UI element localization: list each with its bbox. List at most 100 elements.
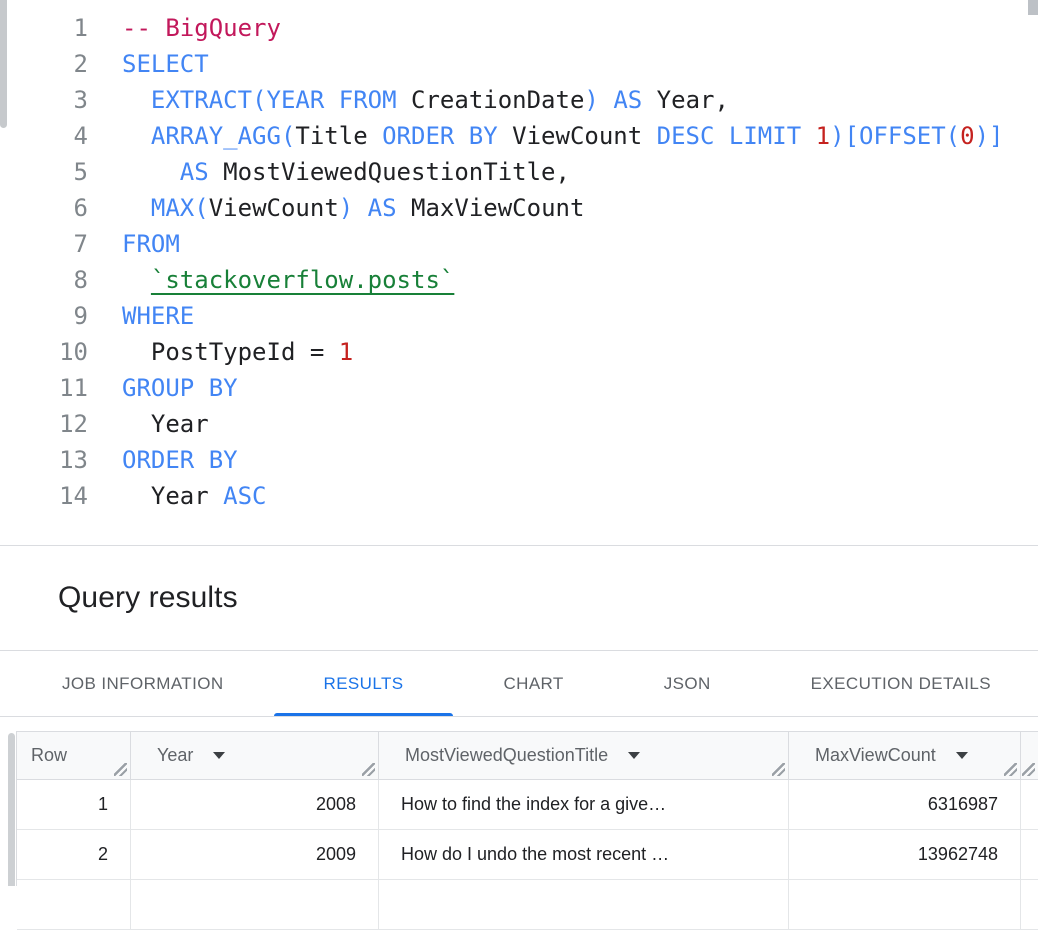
code-line: 12 Year [0, 406, 1026, 442]
code-token: ) [830, 122, 844, 150]
cell-mostviewedquestiontitle [379, 880, 789, 929]
tab-json[interactable]: JSON [614, 652, 761, 716]
code-line: 10 PostTypeId = 1 [0, 334, 1026, 370]
tab-chart[interactable]: CHART [453, 652, 613, 716]
column-label: Row [31, 745, 67, 766]
sql-editor[interactable]: 1-- BigQuery2SELECT3 EXTRACT(YEAR FROM C… [0, 0, 1038, 546]
column-header-row[interactable]: Row [17, 732, 131, 779]
table-reference-link[interactable]: `stackoverflow.posts` [151, 266, 454, 294]
editor-scrollbar-thumb[interactable] [1028, 0, 1038, 15]
code-line: 9WHERE [0, 298, 1026, 334]
code-token [599, 86, 613, 114]
code-token: MAX [151, 194, 194, 222]
line-number: 11 [0, 370, 88, 406]
code-token: 0 [960, 122, 974, 150]
code-token: MaxViewCount [397, 194, 585, 222]
code-line: 8 `stackoverflow.posts` [0, 262, 1026, 298]
line-number: 12 [0, 406, 88, 442]
code-token: ORDER BY [122, 446, 238, 474]
column-resize-handle-icon[interactable] [772, 763, 785, 776]
code-line: 5 AS MostViewedQuestionTitle, [0, 154, 1026, 190]
code-token: Year [122, 410, 209, 438]
code-token: ) [975, 122, 989, 150]
column-resize-handle-icon[interactable] [362, 763, 375, 776]
column-menu-arrow-icon[interactable] [628, 752, 640, 759]
code-line: 3 EXTRACT(YEAR FROM CreationDate) AS Yea… [0, 82, 1026, 118]
code-token: PostTypeId = [122, 338, 339, 366]
code-text: Year [88, 406, 209, 442]
table-row: 12008How to find the index for a give…63… [17, 780, 1038, 830]
code-line: 7 FROM [0, 226, 1026, 262]
code-token: Title [295, 122, 382, 150]
results-vertical-scrollbar[interactable] [8, 733, 15, 886]
code-token: ARRAY_AGG [151, 122, 281, 150]
code-token [122, 194, 151, 222]
code-token: ] [989, 122, 1003, 150]
code-token: [ [845, 122, 859, 150]
column-header-empty [1021, 732, 1038, 779]
code-line: 11GROUP BY [0, 370, 1026, 406]
results-tabbar: JOB INFORMATIONRESULTSCHARTJSONEXECUTION… [0, 652, 1038, 717]
cell-empty [1021, 780, 1038, 829]
code-token: -- BigQuery [122, 14, 281, 42]
cell-row: 2 [17, 830, 131, 879]
tab-job-information[interactable]: JOB INFORMATION [12, 652, 274, 716]
code-token [801, 122, 815, 150]
cell-year: 2009 [131, 830, 379, 879]
code-token [353, 194, 367, 222]
code-token [122, 158, 180, 186]
code-token: FROM [122, 230, 180, 258]
code-text: -- BigQuery [88, 10, 281, 46]
column-header-year[interactable]: Year [131, 732, 379, 779]
line-number: 2 [0, 46, 88, 82]
code-token: ASC [223, 482, 266, 510]
code-token: SELECT [122, 50, 209, 78]
code-token: ( [252, 86, 266, 114]
line-number: 7 [0, 226, 88, 262]
cell-mostviewedquestiontitle: How to find the index for a give… [379, 780, 789, 829]
code-text: WHERE [88, 298, 194, 334]
line-number: 14 [0, 478, 88, 514]
code-token: LIMIT [729, 122, 801, 150]
code-line: 6 MAX(ViewCount) AS MaxViewCount [0, 190, 1026, 226]
code-text: AS MostViewedQuestionTitle, [88, 154, 570, 190]
line-number: 13 [0, 442, 88, 478]
cell-empty [1021, 880, 1038, 929]
column-header-mostviewedquestiontitle[interactable]: MostViewedQuestionTitle [379, 732, 789, 779]
column-resize-handle-icon[interactable] [1022, 763, 1035, 776]
column-resize-handle-icon[interactable] [114, 763, 127, 776]
tab-execution-details[interactable]: EXECUTION DETAILS [761, 652, 1038, 716]
line-number: 10 [0, 334, 88, 370]
column-menu-arrow-icon[interactable] [213, 752, 225, 759]
code-text: PostTypeId = 1 [88, 334, 353, 370]
column-label: MostViewedQuestionTitle [405, 745, 608, 766]
column-menu-arrow-icon[interactable] [956, 752, 968, 759]
code-line: 13 ORDER BY [0, 442, 1026, 478]
column-label: Year [157, 745, 193, 766]
table-body: 12008How to find the index for a give…63… [17, 780, 1038, 930]
code-token [122, 266, 151, 294]
line-number: 5 [0, 154, 88, 190]
code-token: ) [339, 194, 353, 222]
cell-maxviewcount [789, 880, 1021, 929]
code-token: EXTRACT [151, 86, 252, 114]
cell-row: 1 [17, 780, 131, 829]
code-token: DESC [657, 122, 715, 150]
line-number: 8 [0, 262, 88, 298]
line-number: 6 [0, 190, 88, 226]
cell-year: 2008 [131, 780, 379, 829]
code-area[interactable]: 1-- BigQuery2SELECT3 EXTRACT(YEAR FROM C… [0, 10, 1026, 514]
code-token [397, 86, 411, 114]
code-token: Year, [642, 86, 729, 114]
code-token: ( [281, 122, 295, 150]
code-text: EXTRACT(YEAR FROM CreationDate) AS Year, [88, 82, 729, 118]
cell-year [131, 880, 379, 929]
code-token: AS [613, 86, 642, 114]
code-text: MAX(ViewCount) AS MaxViewCount [88, 190, 584, 226]
column-header-maxviewcount[interactable]: MaxViewCount [789, 732, 1021, 779]
code-token: ( [946, 122, 960, 150]
table-header-row: Row Year MostViewedQuestionTitle MaxViewCou… [17, 732, 1038, 780]
table-row: 22009How do I undo the most recent …1396… [17, 830, 1038, 880]
column-resize-handle-icon[interactable] [1004, 763, 1017, 776]
tab-results[interactable]: RESULTS [274, 652, 454, 716]
